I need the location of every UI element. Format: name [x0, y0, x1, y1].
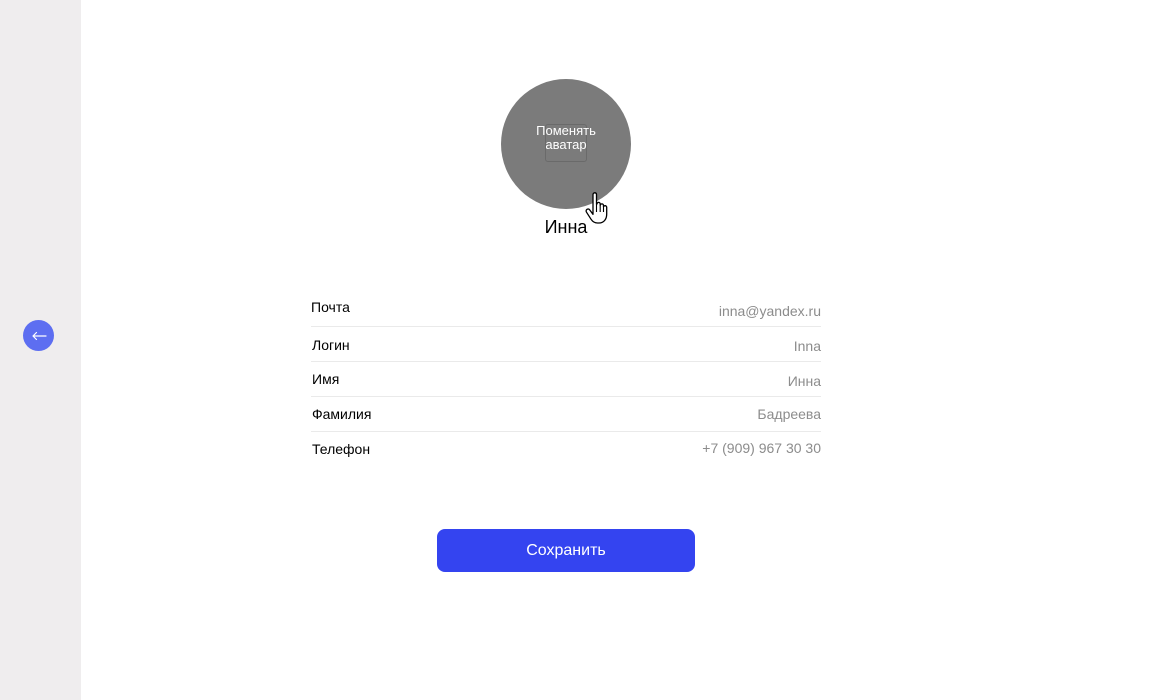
avatar-change-label: Поменять аватар: [523, 124, 609, 152]
login-value[interactable]: Inna: [794, 338, 821, 354]
field-row-login: Логин Inna: [311, 327, 821, 362]
avatar-change-label-line2: аватар: [545, 137, 587, 152]
avatar-change-button[interactable]: Поменять аватар: [501, 79, 631, 209]
avatar-change-label-line1: Поменять: [536, 123, 596, 138]
profile-fields-list: Почта inna@yandex.ru Логин Inna Имя Инна…: [311, 292, 821, 466]
first-name-label: Имя: [312, 371, 340, 387]
email-value[interactable]: inna@yandex.ru: [719, 303, 821, 319]
field-row-first-name: Имя Инна: [311, 362, 821, 397]
last-name-value[interactable]: Бадреева: [757, 406, 821, 422]
phone-value[interactable]: +7 (909) 967 30 30: [702, 440, 821, 456]
first-name-value[interactable]: Инна: [788, 373, 821, 389]
profile-display-name: Инна: [544, 217, 588, 237]
field-row-phone: Телефон +7 (909) 967 30 30: [311, 432, 821, 466]
field-row-last-name: Фамилия Бадреева: [311, 397, 821, 432]
save-button[interactable]: Сохранить: [437, 529, 695, 572]
phone-label: Телефон: [312, 441, 371, 457]
last-name-label: Фамилия: [312, 406, 372, 422]
field-row-email: Почта inna@yandex.ru: [311, 292, 821, 327]
login-label: Логин: [312, 337, 350, 353]
sidebar: [0, 0, 81, 700]
email-label: Почта: [311, 299, 350, 315]
back-button[interactable]: [23, 320, 54, 351]
arrow-left-icon: [31, 331, 47, 341]
